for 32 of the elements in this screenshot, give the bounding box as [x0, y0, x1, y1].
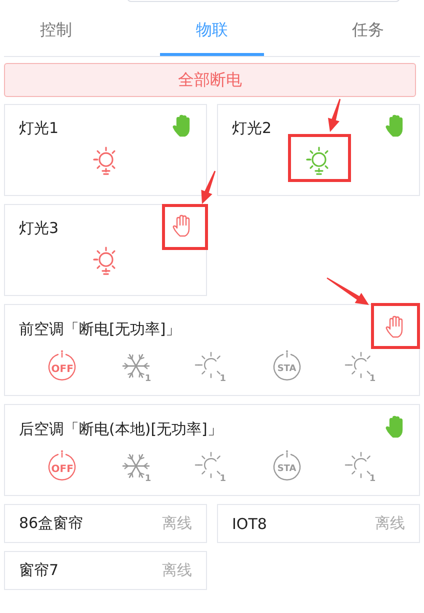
light-name: 灯光1	[19, 119, 59, 138]
annotation-arrow	[198, 170, 216, 206]
status-button[interactable]: STA	[268, 449, 305, 485]
device-status: 离线	[162, 561, 192, 580]
ac-name: 后空调「断电(本地)[无功率]」	[19, 420, 222, 439]
heating-mode-button[interactable]: 1	[344, 349, 380, 385]
power-button[interactable]: OFF	[44, 449, 80, 485]
device-name: 窗帘7	[19, 561, 59, 580]
cooling-mode-button[interactable]: 1	[119, 349, 156, 385]
device-status: 离线	[375, 514, 405, 533]
hand-icon[interactable]	[383, 315, 405, 339]
light-name: 灯光3	[19, 219, 59, 238]
heating-mode-button[interactable]: 1	[194, 349, 230, 385]
heating-mode-button[interactable]: 1	[344, 449, 380, 485]
power-button[interactable]: OFF	[44, 349, 80, 385]
hand-icon[interactable]	[170, 214, 192, 238]
device-name: IOT8	[232, 514, 267, 532]
device-status: 离线	[162, 514, 192, 533]
power-off-all-button[interactable]: 全部断电	[4, 63, 416, 97]
status-button[interactable]: STA	[268, 349, 305, 385]
cooling-mode-button[interactable]: 1	[119, 449, 156, 485]
tab[interactable]: 物联	[160, 12, 264, 56]
hand-icon[interactable]	[170, 114, 192, 138]
heating-mode-button[interactable]: 1	[194, 449, 230, 485]
hand-icon[interactable]	[383, 415, 405, 439]
tab[interactable]: 任务	[316, 12, 420, 56]
light-name: 灯光2	[232, 119, 272, 138]
tab[interactable]: 控制	[4, 12, 108, 56]
annotation-arrow	[326, 98, 342, 134]
device-name: 86盒窗帘	[19, 514, 84, 533]
ac-name: 前空调「断电[无功率]」	[19, 320, 181, 339]
hand-icon[interactable]	[383, 114, 405, 138]
